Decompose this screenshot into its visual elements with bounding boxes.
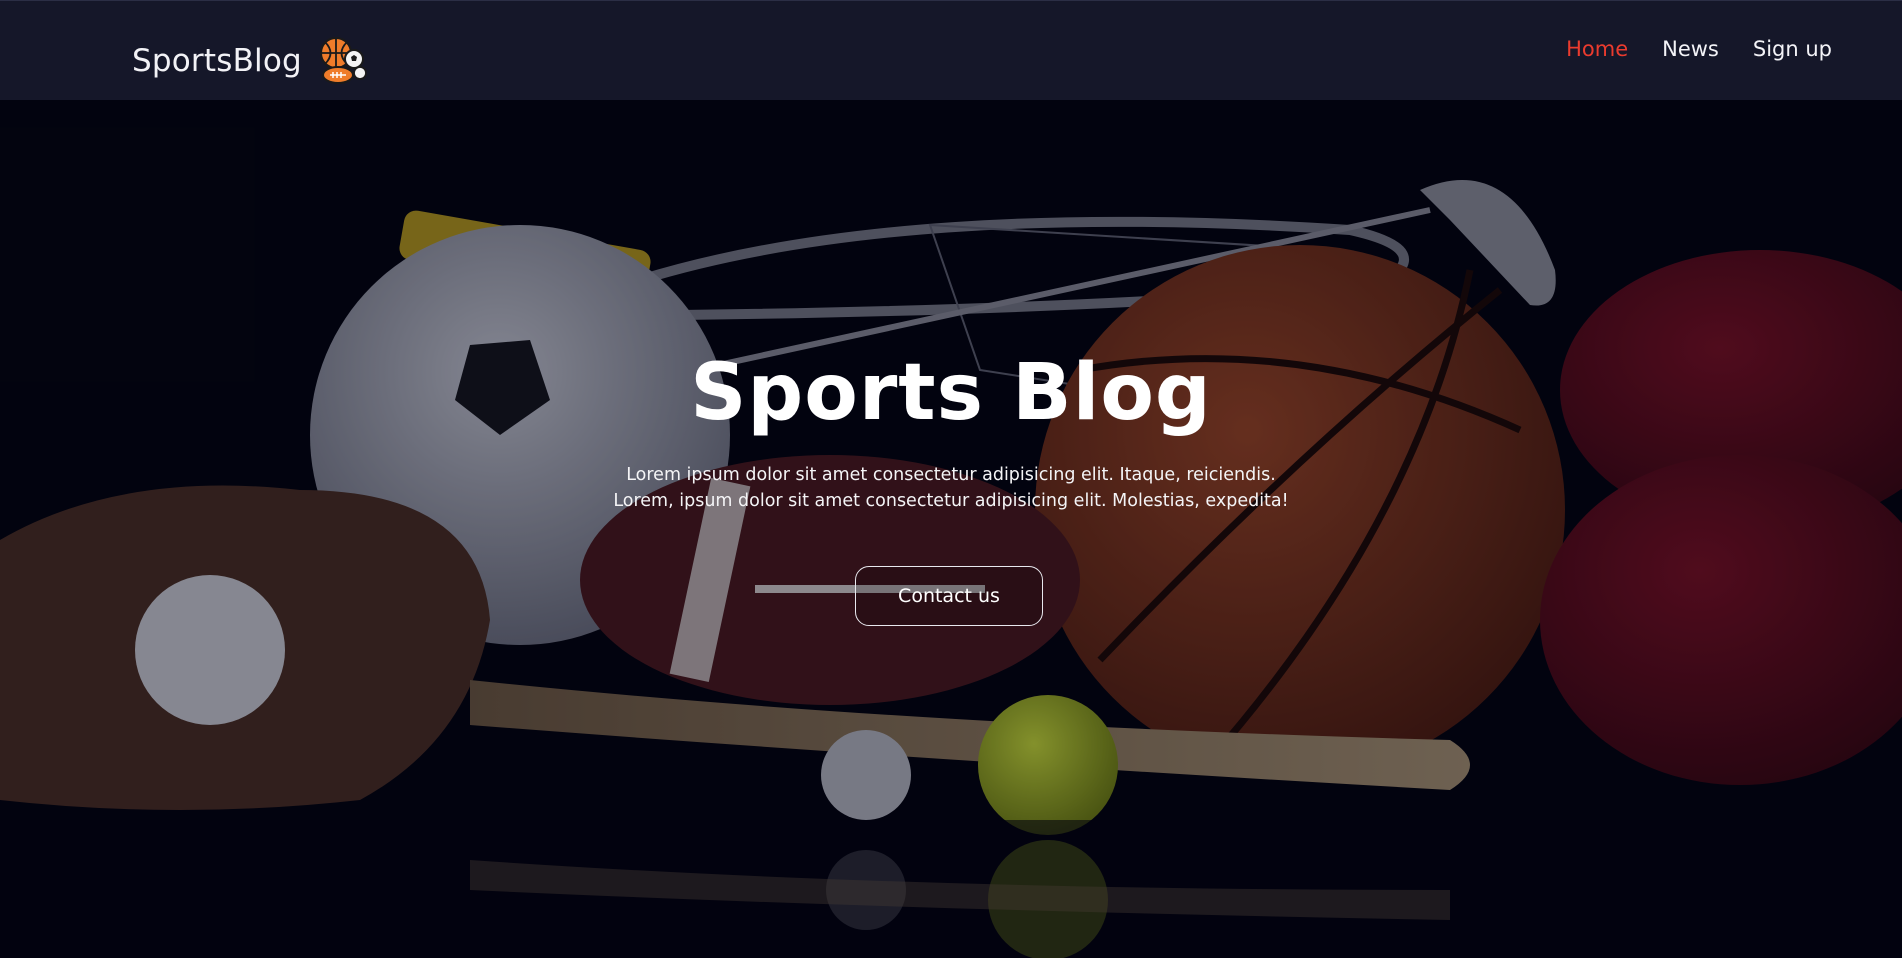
hero-text-line-1: Lorem ipsum dolor sit amet consectetur a… — [626, 465, 1276, 485]
top-navbar: SportsBlog Home News Sign up — [0, 0, 1902, 100]
hero-overlay — [0, 100, 1902, 958]
hero-text-line-2: Lorem, ipsum dolor sit amet consectetur … — [613, 491, 1289, 511]
sports-balls-icon — [319, 37, 367, 84]
main-nav: Home News Sign up — [1566, 37, 1832, 61]
nav-news[interactable]: News — [1662, 37, 1719, 61]
brand[interactable]: SportsBlog — [132, 35, 368, 87]
nav-signup[interactable]: Sign up — [1753, 37, 1832, 61]
contact-us-button[interactable]: Contact us — [855, 566, 1043, 626]
hero-title: Sports Blog — [690, 348, 1212, 438]
hero-section: Sports Blog Lorem ipsum dolor sit amet c… — [0, 100, 1902, 958]
brand-name[interactable]: SportsBlog — [132, 43, 302, 79]
nav-home[interactable]: Home — [1566, 37, 1628, 61]
